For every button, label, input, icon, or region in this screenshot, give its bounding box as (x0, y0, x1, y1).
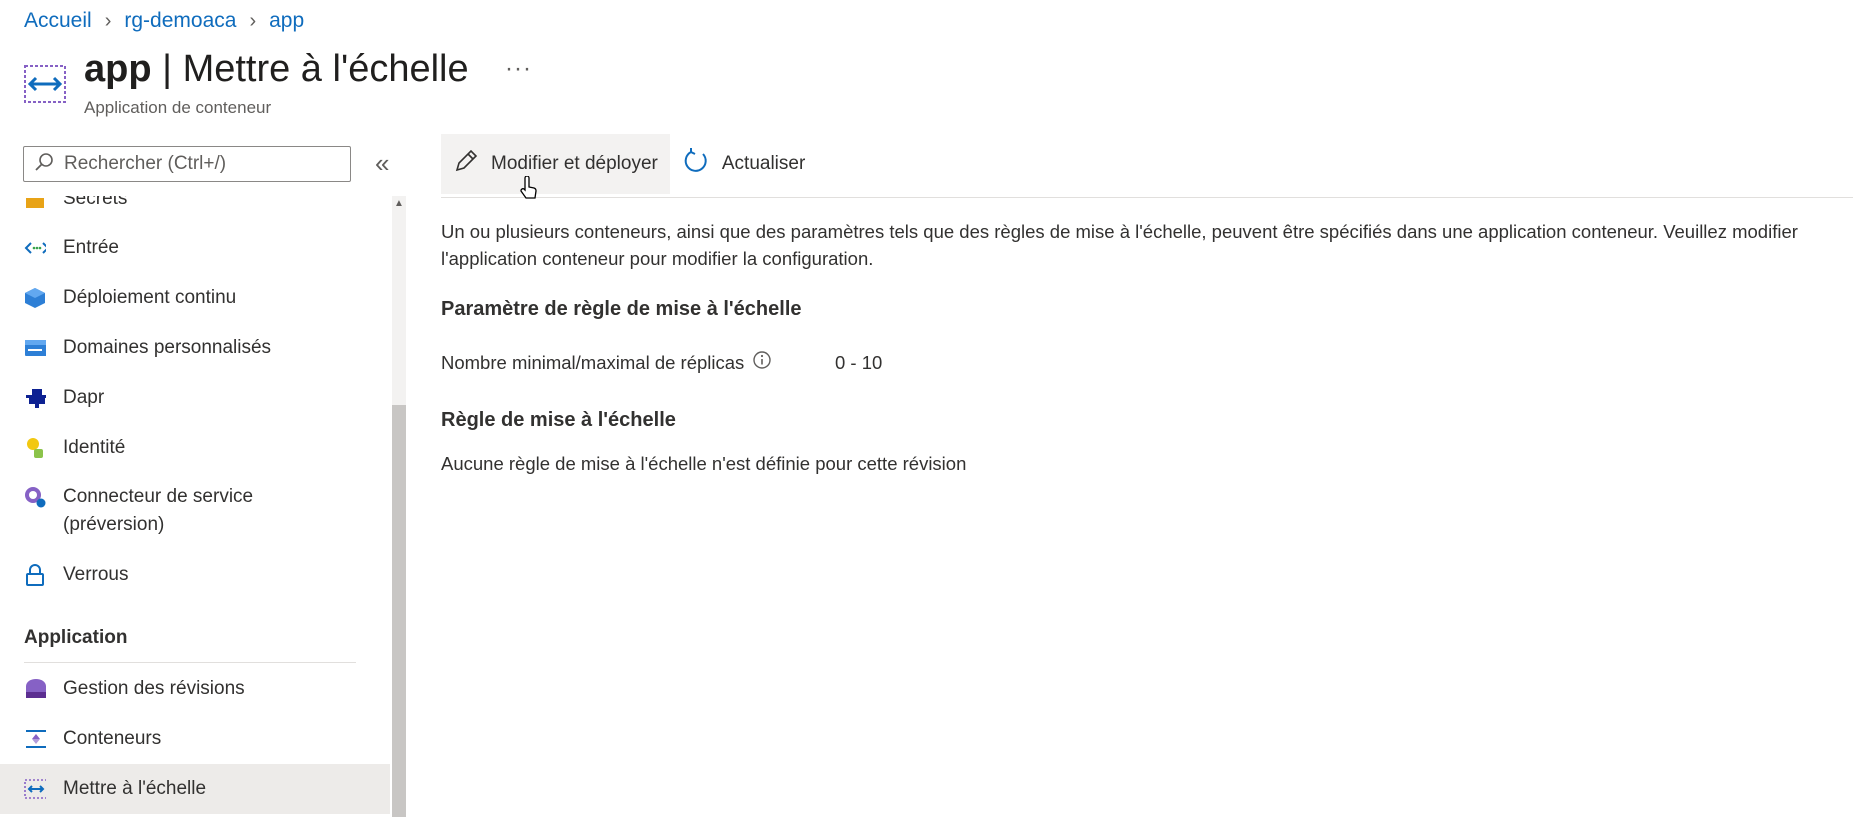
title-separator: | (151, 48, 183, 90)
sidebar-item-domaines[interactable]: Domaines personnalisés (0, 323, 390, 373)
section-divider (24, 662, 356, 663)
sidebar-item-label: Domaines personnalisés (63, 337, 272, 358)
hand-pointer-icon (520, 175, 538, 207)
domain-icon (24, 337, 46, 359)
scale-icon (24, 778, 46, 800)
scale-param-heading: Paramètre de règle de mise à l'échelle (441, 298, 802, 320)
sidebar: Secrets Entrée Déploiement continu Domai… (0, 196, 392, 817)
sidebar-item-deploiement-continu[interactable]: Déploiement continu (0, 273, 390, 323)
sidebar-item-verrous[interactable]: Verrous (0, 550, 390, 600)
identity-icon (24, 437, 46, 459)
edit-deploy-button[interactable]: Modifier et déployer (441, 134, 670, 194)
dapr-icon (24, 387, 46, 409)
breadcrumb-app[interactable]: app (269, 9, 304, 33)
container-app-icon (24, 63, 66, 105)
search-icon (34, 152, 54, 177)
sidebar-item-identite[interactable]: Identité (0, 423, 390, 473)
description-text: Un ou plusieurs conteneurs, ainsi que de… (441, 221, 1798, 269)
key-icon (24, 196, 46, 210)
more-actions-button[interactable]: ··· (505, 55, 532, 83)
sidebar-item-mettre-a-lechelle[interactable]: Mettre à l'échelle (0, 764, 390, 814)
toolbar-divider (441, 197, 1853, 198)
info-icon[interactable] (752, 350, 772, 375)
connector-icon (24, 486, 46, 508)
breadcrumb-home[interactable]: Accueil (24, 9, 92, 33)
sidebar-item-label: Secrets (63, 196, 128, 209)
refresh-icon (682, 147, 722, 181)
sidebar-item-label: Verrous (63, 564, 129, 585)
chevron-right-icon: › (249, 9, 257, 32)
replicas-label: Nombre minimal/maximal de réplicas (441, 351, 745, 373)
scroll-up-arrow-icon[interactable]: ▲ (392, 198, 406, 212)
page-name: Mettre à l'échelle (182, 48, 469, 90)
command-bar: Modifier et déployer Actualiser (441, 134, 817, 194)
edit-deploy-label: Modifier et déployer (491, 153, 658, 174)
section-header-application: Application (24, 627, 128, 648)
lock-icon (24, 564, 46, 586)
page-title: app | Mettre à l'échelle (84, 48, 469, 91)
breadcrumb-resource-group[interactable]: rg-demoaca (124, 9, 236, 33)
resource-name: app (84, 48, 152, 90)
sidebar-item-label: Gestion des révisions (63, 678, 245, 699)
replicas-property: Nombre minimal/maximal de réplicas (441, 350, 772, 375)
cube-icon (24, 287, 46, 309)
sidebar-item-label: Dapr (63, 387, 105, 408)
sidebar-item-label: Déploiement continu (63, 287, 237, 308)
sidebar-item-label: Connecteur de service (préversion) (63, 483, 253, 539)
chevron-right-icon: › (104, 9, 112, 32)
pencil-icon (453, 148, 491, 180)
sidebar-item-label-line2: (préversion) (63, 514, 165, 535)
revisions-icon (24, 678, 46, 700)
collapse-sidebar-button[interactable]: « (375, 148, 389, 179)
sidebar-item-label: Identité (63, 437, 126, 458)
sidebar-item-secrets[interactable]: Secrets (0, 196, 390, 224)
sidebar-item-label: Mettre à l'échelle (63, 778, 207, 799)
ingress-icon (24, 237, 46, 259)
replicas-value: 0 - 10 (835, 352, 883, 373)
sidebar-item-conteneurs[interactable]: Conteneurs (0, 714, 390, 764)
search-input[interactable] (62, 152, 336, 176)
refresh-label: Actualiser (721, 153, 806, 174)
no-rule-text: Aucune règle de mise à l'échelle n'est d… (441, 453, 967, 474)
scale-rule-heading: Règle de mise à l'échelle (441, 409, 676, 431)
page-subtitle: Application de conteneur (84, 98, 272, 117)
sidebar-item-label: Entrée (63, 237, 119, 258)
search-box[interactable] (23, 146, 351, 182)
sidebar-scrollbar-thumb[interactable] (392, 405, 406, 817)
breadcrumb: Accueil › rg-demoaca › app (24, 6, 304, 36)
containers-icon (24, 728, 46, 750)
sidebar-item-revisions[interactable]: Gestion des révisions (0, 664, 390, 714)
sidebar-item-label: Conteneurs (63, 728, 162, 749)
sidebar-item-entree[interactable]: Entrée (0, 223, 390, 273)
sidebar-item-dapr[interactable]: Dapr (0, 373, 390, 423)
refresh-button[interactable]: Actualiser (670, 134, 817, 194)
sidebar-item-connecteur[interactable]: Connecteur de service (préversion) (0, 473, 390, 551)
sidebar-item-label-line1: Connecteur de service (63, 486, 254, 507)
